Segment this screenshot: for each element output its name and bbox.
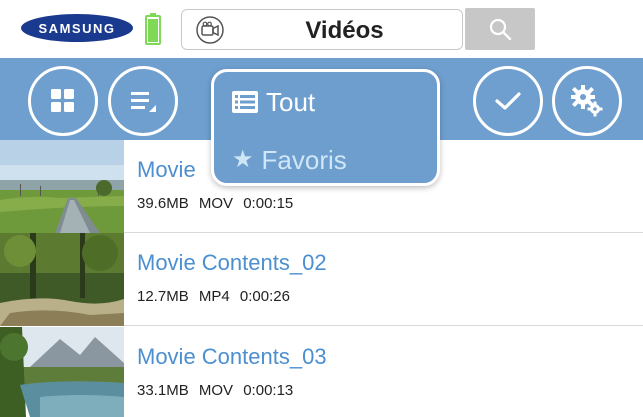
video-meta: 12.7MB MP4 0:00:26	[137, 288, 290, 305]
video-format: MOV	[198, 195, 234, 212]
grid-view-icon	[51, 89, 74, 112]
video-duration: 0:00:26	[239, 288, 290, 305]
video-size: 39.6MB	[137, 195, 189, 212]
video-list-item[interactable]: Movie Contents_02 12.7MB MP4 0:00:26	[0, 233, 643, 326]
video-thumbnail[interactable]	[0, 233, 124, 326]
video-thumbnail[interactable]	[0, 327, 124, 417]
video-title[interactable]: Movie Contents_02	[137, 250, 327, 276]
video-format: MP4	[198, 288, 230, 305]
filter-dropdown: Tout ★ Favoris	[211, 69, 440, 186]
samsung-logo: SAMSUNG	[21, 14, 133, 42]
settings-button[interactable]	[552, 66, 622, 136]
page-title: Vidéos	[305, 17, 384, 44]
video-duration: 0:00:13	[243, 382, 294, 399]
search-button[interactable]	[465, 8, 535, 50]
checkmark-icon	[495, 92, 521, 110]
title-field: Vidéos	[181, 9, 463, 50]
search-icon	[489, 18, 512, 41]
top-bar: SAMSUNG Vidéos	[0, 0, 643, 58]
filter-label-all: Tout	[266, 86, 316, 117]
battery-icon	[145, 13, 161, 45]
video-meta: 33.1MB MOV 0:00:13	[137, 382, 293, 399]
filter-label-favorites: Favoris	[261, 144, 347, 175]
filter-item-favorites[interactable]: ★ Favoris	[232, 140, 347, 180]
sort-button[interactable]	[108, 66, 178, 136]
video-size: 33.1MB	[137, 382, 189, 399]
settings-gear-icon	[571, 85, 603, 117]
video-meta: 39.6MB MOV 0:00:15	[137, 195, 293, 212]
video-format: MOV	[198, 382, 234, 399]
list-icon	[232, 91, 258, 113]
video-title[interactable]: Movie	[137, 157, 196, 183]
select-button[interactable]	[473, 66, 543, 136]
video-thumbnail[interactable]	[0, 140, 124, 233]
video-list-item[interactable]: Movie Contents_03 33.1MB MOV 0:00:13	[0, 327, 643, 417]
sort-list-icon	[131, 92, 156, 112]
filter-item-all[interactable]: Tout	[232, 82, 315, 122]
video-size: 12.7MB	[137, 288, 189, 305]
video-camera-icon[interactable]	[194, 15, 226, 45]
grid-view-button[interactable]	[28, 66, 98, 136]
video-title[interactable]: Movie Contents_03	[137, 344, 327, 370]
samsung-logo-text: SAMSUNG	[39, 21, 116, 36]
star-icon: ★	[232, 146, 254, 173]
video-duration: 0:00:15	[243, 195, 294, 212]
